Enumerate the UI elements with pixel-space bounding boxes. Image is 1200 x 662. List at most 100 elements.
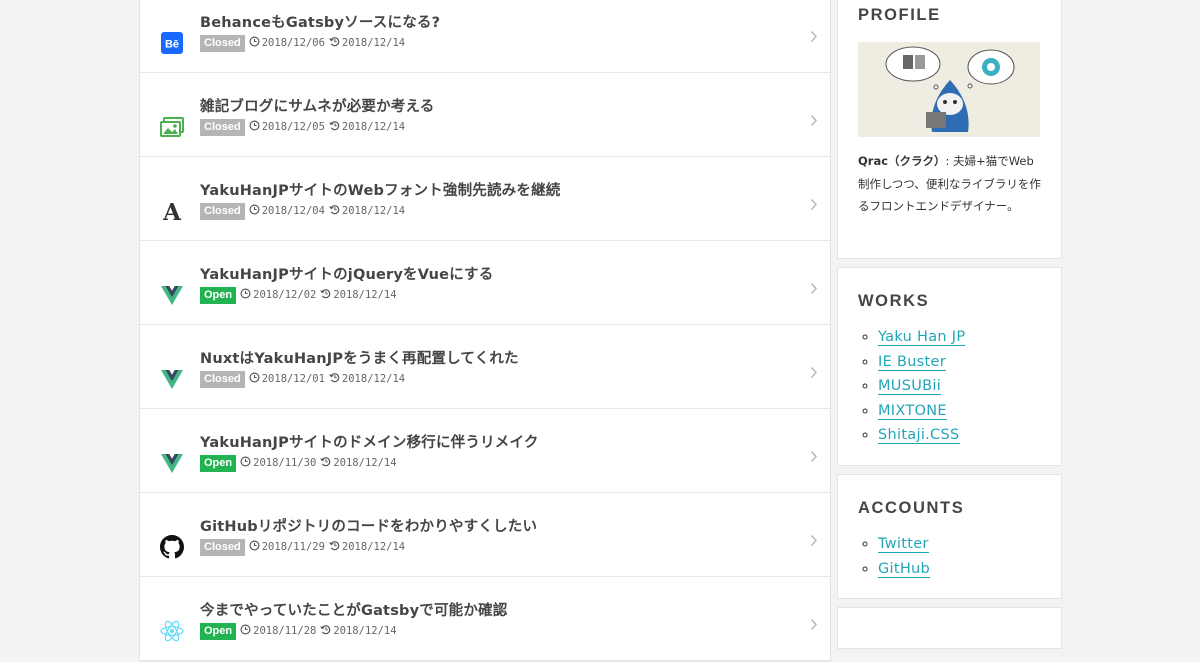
accounts-card: ACCOUNTS Twitter GitHub <box>837 474 1062 599</box>
clock-icon <box>249 36 260 50</box>
post-meta: Closed 2018/12/04 2018/12/14 <box>200 202 409 220</box>
accounts-list: Twitter GitHub <box>838 532 931 582</box>
status-badge: Closed <box>200 538 245 556</box>
status-badge: Open <box>200 286 237 304</box>
font-icon: A <box>159 198 185 224</box>
updated-date: 2018/12/14 <box>341 121 406 133</box>
clock-icon <box>240 624 251 638</box>
svg-text:A: A <box>162 200 182 222</box>
works-link-shitaji-css[interactable]: Shitaji.CSS <box>878 427 960 444</box>
clock-icon <box>249 540 260 554</box>
clock-icon <box>249 120 260 134</box>
post-row[interactable]: 今までやっていたことがGatsbyで可能か確認 Open 2018/11/28 201… <box>140 577 830 661</box>
created-date: 2018/11/30 <box>253 457 317 469</box>
post-title[interactable]: 今までやっていたことがGatsbyで可能か確認 <box>200 599 507 620</box>
works-item: Shitaji.CSS <box>878 423 965 448</box>
vue-icon <box>159 282 185 308</box>
profile-card: PROFILE Qrac（クラク）: 夫婦+猫でWeb制作しつつ、便利なライブラ… <box>837 0 1062 259</box>
post-meta: Closed 2018/12/01 2018/12/14 <box>200 370 409 388</box>
post-meta: Open 2018/11/28 2018/12/14 <box>200 622 401 640</box>
github-link[interactable]: GitHub <box>878 560 931 578</box>
clock-icon <box>249 204 260 218</box>
works-card: WORKS Yaku Han JP IE Buster MUSUBii MIXT… <box>837 267 1062 466</box>
history-icon <box>320 288 331 302</box>
updated-date: 2018/12/14 <box>341 205 406 217</box>
updated-date: 2018/12/14 <box>341 37 406 49</box>
github-icon <box>159 534 185 560</box>
created-date: 2018/12/05 <box>261 121 325 133</box>
post-meta: Open 2018/11/30 2018/12/14 <box>200 454 401 472</box>
clock-icon <box>249 372 260 386</box>
accounts-item: Twitter <box>878 532 930 557</box>
chevron-right-icon <box>810 366 818 383</box>
history-icon <box>329 120 340 134</box>
status-badge: Open <box>200 454 237 472</box>
post-meta: Open 2018/12/02 2018/12/14 <box>200 286 401 304</box>
works-link-ie-buster[interactable]: IE Buster <box>878 353 947 371</box>
works-link-musubii[interactable]: MUSUBii <box>878 378 942 395</box>
updated-date: 2018/12/14 <box>341 373 406 385</box>
works-item: MUSUBii <box>878 374 965 399</box>
profile-illustration <box>858 42 1040 137</box>
post-meta: Closed 2018/12/05 2018/12/14 <box>200 118 409 136</box>
status-badge: Closed <box>200 202 245 220</box>
created-date: 2018/12/06 <box>261 37 325 49</box>
history-icon <box>329 36 340 50</box>
updated-date: 2018/12/14 <box>333 289 397 301</box>
post-row[interactable]: YakuHanJPサイトのドメイン移行に伴うリメイク Open 2018/11/30… <box>140 409 830 493</box>
post-row[interactable]: NuxtはYakuHanJPをうまく再配置してくれた Closed 2018/12/… <box>140 325 830 409</box>
post-title[interactable]: YakuHanJPサイトのWebフォント強制先読みを継続 <box>200 179 560 200</box>
status-badge: Closed <box>200 370 245 388</box>
post-row[interactable]: A YakuHanJPサイトのWebフォント強制先読みを継続 Closed 2018/… <box>140 157 830 241</box>
post-title[interactable]: YakuHanJPサイトのjQueryをVueにする <box>200 263 493 284</box>
works-link-mixtone[interactable]: MIXTONE <box>878 402 947 420</box>
post-title[interactable]: BehanceもGatsbyソースになる? <box>200 11 440 32</box>
works-item: IE Buster <box>878 350 965 375</box>
post-title[interactable]: NuxtはYakuHanJPをうまく再配置してくれた <box>200 347 519 368</box>
next-card <box>837 607 1062 649</box>
status-badge: Open <box>200 622 237 640</box>
clock-icon <box>240 456 251 470</box>
post-row[interactable]: 雑記ブログにサムネが必要か考える Closed 2018/12/05 2018/12/… <box>140 73 830 157</box>
post-row[interactable]: YakuHanJPサイトのjQueryをVueにする Open 2018/12/02… <box>140 241 830 325</box>
react-icon <box>159 618 185 644</box>
works-link-yaku-han-jp[interactable]: Yaku Han JP <box>878 329 966 346</box>
created-date: 2018/12/02 <box>253 289 317 301</box>
works-item: Yaku Han JP <box>878 325 966 350</box>
accounts-item: GitHub <box>878 557 931 582</box>
works-item: MIXTONE <box>878 399 965 424</box>
chevron-right-icon <box>810 450 818 467</box>
history-icon <box>320 456 331 470</box>
vue-icon <box>159 450 185 476</box>
post-row[interactable]: GitHubリポジトリのコードをわかりやすくしたい Closed 2018/11/2… <box>140 493 830 577</box>
post-meta: Closed 2018/12/06 2018/12/14 <box>200 34 409 52</box>
works-list: Yaku Han JP IE Buster MUSUBii MIXTONE Sh… <box>838 325 966 448</box>
accounts-heading: ACCOUNTS <box>858 499 965 517</box>
created-date: 2018/12/04 <box>261 205 325 217</box>
profile-bio: Qrac（クラク）: 夫婦+猫でWeb制作しつつ、便利なライブラリを作るフロント… <box>858 150 1044 218</box>
updated-date: 2018/12/14 <box>341 541 406 553</box>
works-heading: WORKS <box>858 292 930 310</box>
vue-icon <box>159 366 185 392</box>
chevron-right-icon <box>810 282 818 299</box>
chevron-right-icon <box>810 534 818 551</box>
post-meta: Closed 2018/11/29 2018/12/14 <box>200 538 409 556</box>
chevron-right-icon <box>810 198 818 215</box>
history-icon <box>329 540 340 554</box>
post-row[interactable]: Bē BehanceもGatsbyソースになる? Closed 2018/12/06 2… <box>140 0 830 73</box>
post-title[interactable]: YakuHanJPサイトのドメイン移行に伴うリメイク <box>200 431 539 452</box>
chevron-right-icon <box>810 114 818 131</box>
post-title[interactable]: 雑記ブログにサムネが必要か考える <box>200 95 434 116</box>
updated-date: 2018/12/14 <box>333 625 397 637</box>
post-title[interactable]: GitHubリポジトリのコードをわかりやすくしたい <box>200 515 537 536</box>
created-date: 2018/11/29 <box>261 541 325 553</box>
history-icon <box>320 624 331 638</box>
profile-heading: PROFILE <box>858 6 941 24</box>
history-icon <box>329 204 340 218</box>
twitter-link[interactable]: Twitter <box>878 536 929 553</box>
status-badge: Closed <box>200 118 245 136</box>
svg-text:Bē: Bē <box>165 39 179 51</box>
updated-date: 2018/12/14 <box>333 457 397 469</box>
chevron-right-icon <box>810 618 818 635</box>
created-date: 2018/11/28 <box>253 625 317 637</box>
